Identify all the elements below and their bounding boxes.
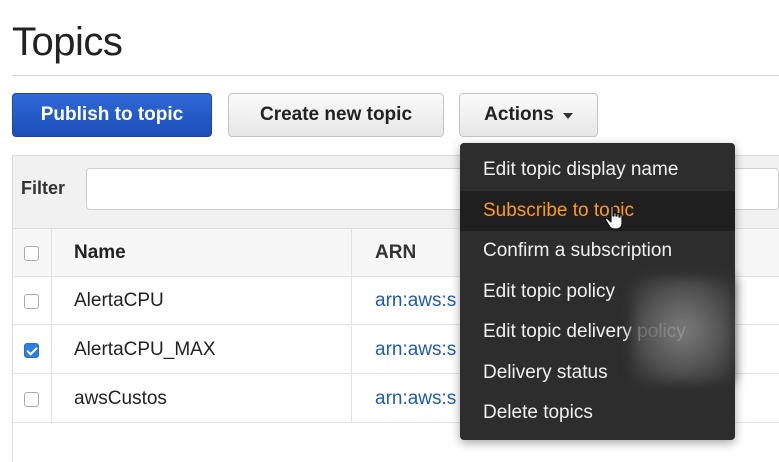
column-divider [351,375,352,423]
menu-item-delete-topics[interactable]: Delete topics [460,393,735,433]
row-checkbox[interactable] [24,343,39,358]
column-header-name[interactable]: Name [74,229,354,277]
topic-name: AlertaCPU [74,290,164,311]
publish-to-topic-label: Publish to topic [40,104,184,125]
create-new-topic-label: Create new topic [259,104,413,125]
column-divider [351,229,352,277]
filter-label: Filter [21,178,66,198]
blurred-region [632,278,734,382]
menu-item-edit-display-name[interactable]: Edit topic display name [460,150,735,190]
page-title: Topics [12,20,123,64]
topic-name: awsCustos [74,388,167,409]
column-divider [351,326,352,374]
publish-to-topic-button[interactable]: Publish to topic [12,93,212,137]
sns-topics-page: Topics Publish to topic Create new topic… [0,0,779,462]
column-divider [51,326,52,374]
menu-item-confirm-subscription[interactable]: Confirm a subscription [460,231,735,271]
actions-label: Actions [484,104,554,125]
column-divider [51,277,52,325]
topic-name: AlertaCPU_MAX [74,339,216,360]
menu-item-subscribe-to-topic[interactable]: Subscribe to topic [460,191,735,231]
caret-down-icon [562,113,573,119]
row-checkbox[interactable] [24,392,39,407]
column-divider [51,229,52,277]
row-checkbox[interactable] [24,294,39,309]
title-divider [12,75,779,76]
column-divider [351,277,352,325]
create-new-topic-button[interactable]: Create new topic [228,93,444,137]
actions-dropdown-button[interactable]: Actions [459,93,598,137]
hand-pointer-icon [604,205,623,230]
select-all-checkbox[interactable] [24,246,39,261]
column-divider [51,375,52,423]
